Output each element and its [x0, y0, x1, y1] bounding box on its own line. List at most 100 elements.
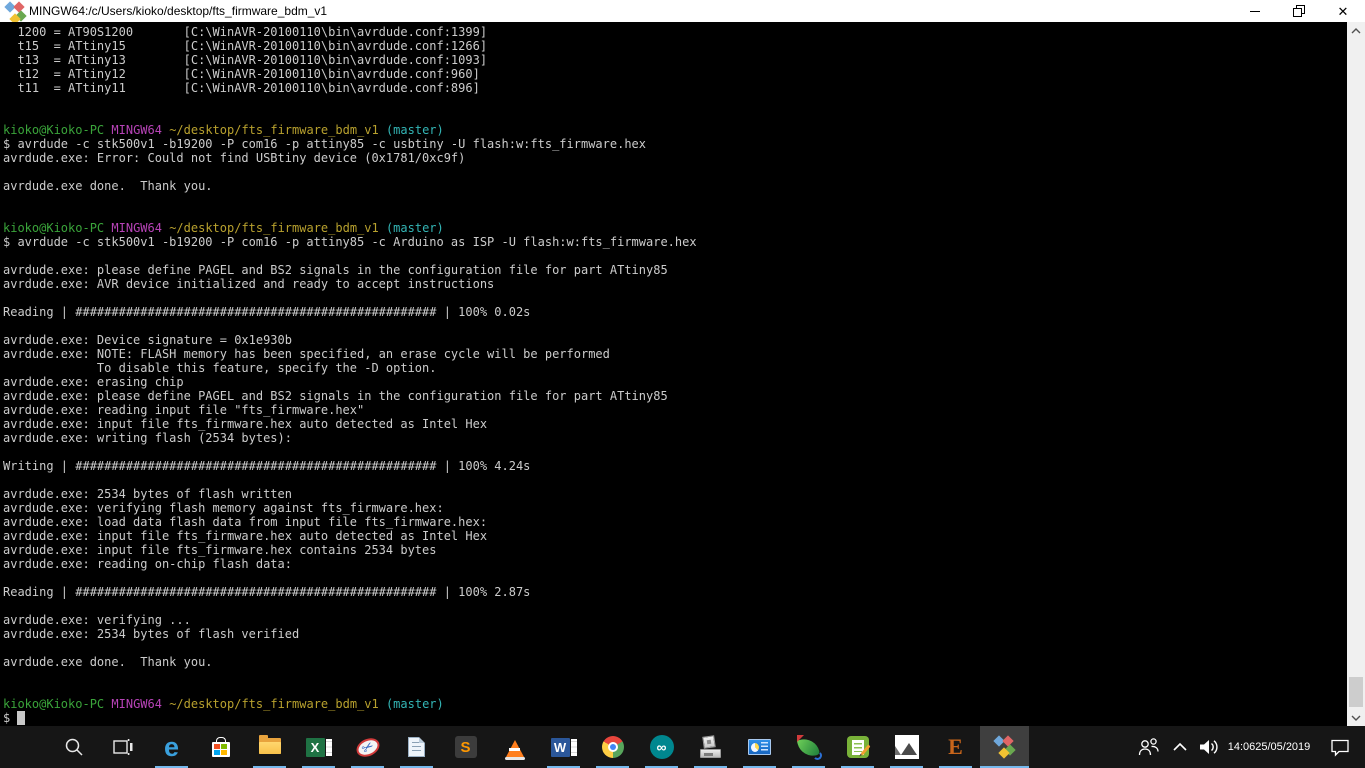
terminal-line: avrdude.exe: verifying flash memory agai…	[3, 501, 444, 515]
terminal-line: Writing | ##############################…	[3, 459, 531, 473]
terminal-scrollbar[interactable]	[1347, 22, 1365, 726]
taskbar-notepad-button[interactable]	[392, 726, 441, 768]
file-explorer-icon	[257, 734, 283, 760]
terminal-line: avrdude.exe done. Thank you.	[3, 655, 213, 669]
task-view-icon	[110, 734, 136, 760]
msys-diamond-icon	[4, 1, 27, 25]
minimize-button[interactable]	[1233, 0, 1277, 22]
volume-button[interactable]	[1193, 726, 1225, 768]
chrome-icon	[600, 734, 626, 760]
vlc-icon	[502, 734, 528, 760]
taskbar-windows-start-button[interactable]	[0, 726, 49, 768]
search-icon	[61, 734, 87, 760]
taskbar-git-bash-button[interactable]	[980, 726, 1029, 768]
taskbar-search-button[interactable]	[49, 726, 98, 768]
taskbar: e X ✂ S W ∞ E 14:06 25/05/2019	[0, 726, 1365, 768]
taskbar-idm-button[interactable]	[784, 726, 833, 768]
chevron-up-icon	[1173, 742, 1187, 751]
terminal-output[interactable]: 1200 = AT90S1200 [C:\WinAVR-20100110\bin…	[0, 22, 1347, 726]
terminal-line: avrdude.exe: 2534 bytes of flash written	[3, 487, 292, 501]
taskbar-file-explorer-button[interactable]	[245, 726, 294, 768]
window-title: MINGW64:/c/Users/kioko/desktop/fts_firmw…	[29, 4, 328, 18]
scrollbar-up-button[interactable]	[1347, 22, 1365, 39]
terminal-line: avrdude.exe: AVR device initialized and …	[3, 277, 495, 291]
clock-time: 14:06	[1227, 740, 1256, 753]
photos-icon	[894, 734, 920, 760]
sublime-text-icon: S	[453, 734, 479, 760]
terminal-line: avrdude.exe: writing flash (2534 bytes):	[3, 431, 292, 445]
notepad-icon	[404, 734, 430, 760]
taskbar-vlc-button[interactable]	[490, 726, 539, 768]
taskbar-microsoft-store-button[interactable]	[196, 726, 245, 768]
terminal-line: To disable this feature, specify the -D …	[3, 361, 437, 375]
taskbar-notepad-plus-plus-button[interactable]	[833, 726, 882, 768]
taskbar-sublime-text-button[interactable]: S	[441, 726, 490, 768]
taskbar-task-view-button[interactable]	[98, 726, 147, 768]
terminal-line: Reading | ##############################…	[3, 305, 531, 319]
close-button[interactable]: ✕	[1321, 0, 1365, 22]
tray-overflow-button[interactable]	[1167, 726, 1193, 768]
terminal-line: $	[3, 711, 1347, 725]
taskbar-3d-printer-button[interactable]	[686, 726, 735, 768]
terminal-line: avrdude.exe: input file fts_firmware.hex…	[3, 529, 488, 543]
terminal-line: Reading | ##############################…	[3, 585, 531, 599]
scrollbar-thumb[interactable]	[1349, 677, 1363, 707]
restore-button[interactable]	[1277, 0, 1321, 22]
taskbar-word-button[interactable]: W	[539, 726, 588, 768]
terminal-line: 1200 = AT90S1200 [C:\WinAVR-20100110\bin…	[3, 25, 488, 39]
scrollbar-down-button[interactable]	[1347, 709, 1365, 726]
terminal-line: avrdude.exe: 2534 bytes of flash verifie…	[3, 627, 300, 641]
action-center-icon	[1331, 739, 1349, 757]
action-center-button[interactable]	[1319, 726, 1361, 768]
taskbar-system-monitor-button[interactable]	[735, 726, 784, 768]
chevron-up-icon	[1351, 27, 1361, 33]
word-icon: W	[550, 734, 577, 760]
terminal-line: avrdude.exe: Device signature = 0x1e930b	[3, 333, 292, 347]
snipping-tool-icon: ✂	[353, 734, 382, 760]
excel-icon: X	[305, 734, 332, 760]
terminal-line: avrdude.exe: please define PAGEL and BS2…	[3, 389, 668, 403]
taskbar-photos-button[interactable]	[882, 726, 931, 768]
terminal-line: avrdude.exe: reading input file "fts_fir…	[3, 403, 365, 417]
system-monitor-icon	[747, 734, 773, 760]
terminal-line: t13 = ATtiny13 [C:\WinAVR-20100110\bin\a…	[3, 53, 488, 67]
terminal-line: avrdude.exe: input file fts_firmware.hex…	[3, 543, 437, 557]
terminal-line: t11 = ATtiny11 [C:\WinAVR-20100110\bin\a…	[3, 81, 480, 95]
people-button[interactable]	[1131, 726, 1167, 768]
taskbar-excel-button[interactable]: X	[294, 726, 343, 768]
taskbar-edge-button[interactable]: e	[147, 726, 196, 768]
taskbar-chrome-button[interactable]	[588, 726, 637, 768]
system-tray: 14:06 25/05/2019	[1131, 726, 1365, 768]
taskbar-snipping-tool-button[interactable]: ✂	[343, 726, 392, 768]
taskbar-arduino-button[interactable]: ∞	[637, 726, 686, 768]
terminal-line: avrdude.exe: erasing chip	[3, 375, 184, 389]
terminal-line: kioko@Kioko-PC MINGW64 ~/desktop/fts_fir…	[3, 697, 444, 711]
taskbar-eagle-button[interactable]: E	[931, 726, 980, 768]
terminal-line: avrdude.exe: NOTE: FLASH memory has been…	[3, 347, 610, 361]
terminal-line: $ avrdude -c stk500v1 -b19200 -P com16 -…	[3, 235, 697, 249]
chevron-down-icon	[1351, 715, 1361, 721]
terminal-line: avrdude.exe: load data flash data from i…	[3, 515, 488, 529]
terminal-line: t15 = ATtiny15 [C:\WinAVR-20100110\bin\a…	[3, 39, 488, 53]
clock[interactable]: 14:06 25/05/2019	[1228, 726, 1311, 768]
terminal-line: avrdude.exe: reading on-chip flash data:	[3, 557, 292, 571]
terminal-line: $ avrdude -c stk500v1 -b19200 -P com16 -…	[3, 137, 646, 151]
taskbar-apps: e X ✂ S W ∞ E	[0, 726, 1029, 768]
notepad-plus-plus-icon	[845, 734, 871, 760]
speaker-icon	[1200, 740, 1218, 754]
windows-logo-icon	[16, 738, 34, 756]
terminal-cursor	[17, 711, 25, 725]
